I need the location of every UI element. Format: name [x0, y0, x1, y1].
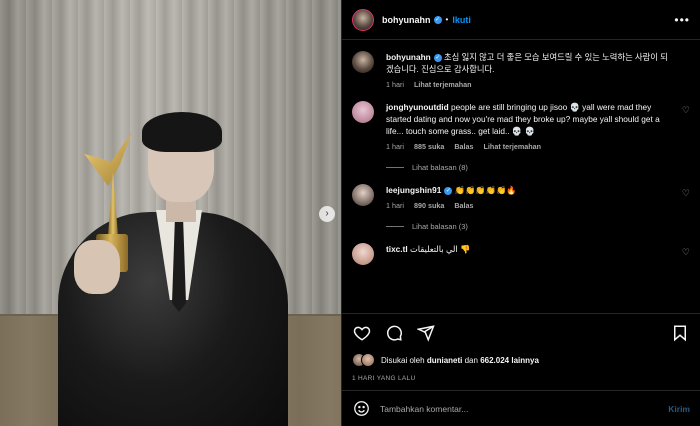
caption-time[interactable]: 1 hari	[386, 80, 404, 89]
comment-time[interactable]: 1 hari	[386, 201, 404, 210]
like-comment-heart-icon[interactable]: ♡	[682, 188, 690, 199]
post-comment-button[interactable]: Kirim	[668, 404, 690, 414]
heart-icon[interactable]	[352, 323, 372, 343]
list-item: tixc.tl الي بالتعليقات 👎 ♡	[352, 243, 690, 265]
avatar[interactable]	[352, 51, 374, 73]
post-photo: ›	[0, 0, 341, 426]
post-actions: Disukai oleh dunianeti dan 662.024 lainn…	[342, 313, 700, 391]
liker-username[interactable]: dunianeti	[427, 356, 463, 365]
translate-link[interactable]: Lihat terjemahan	[414, 80, 472, 89]
add-comment-bar: Kirim	[342, 390, 700, 426]
post-date[interactable]: 1 HARI YANG LALU	[352, 375, 690, 382]
caption: bohyunahn ✓ 초심 잃지 않고 더 좋은 모습 보여드릴 수 있는 노력…	[352, 51, 690, 89]
comment-username[interactable]: leejungshin91	[386, 185, 441, 195]
emoji-icon[interactable]	[352, 400, 370, 418]
verified-icon: ✓	[444, 186, 453, 195]
comments-list[interactable]: bohyunahn ✓ 초심 잃지 않고 더 좋은 모습 보여드릴 수 있는 노력…	[342, 41, 700, 313]
comment-text: 👏👏👏👏👏🔥	[454, 185, 517, 195]
verified-icon: ✓	[433, 53, 442, 62]
view-replies[interactable]: Lihat balasan (8)	[386, 163, 672, 172]
avatar[interactable]	[352, 184, 374, 206]
comment-username[interactable]: jonghyunoutdid	[386, 102, 449, 112]
reply-button[interactable]: Balas	[454, 142, 473, 151]
comment-username[interactable]: tixc.tl	[386, 244, 408, 254]
list-item: leejungshin91 ✓ 👏👏👏👏👏🔥 1 hari 890 suka Ba…	[352, 184, 690, 231]
next-slide-button[interactable]: ›	[319, 206, 335, 222]
header-username[interactable]: bohyunahn	[382, 15, 431, 25]
likes-count[interactable]: 662.024 lainnya	[480, 356, 539, 365]
avatar[interactable]	[352, 8, 374, 31]
comment-text: الي بالتعليقات 👎	[409, 244, 471, 254]
likes-summary: Disukai oleh dunianeti dan 662.024 lainn…	[352, 353, 690, 367]
comment-likes[interactable]: 885 suka	[414, 142, 444, 151]
verified-icon: ✓	[433, 15, 442, 24]
view-replies[interactable]: Lihat balasan (3)	[386, 222, 672, 231]
trophy	[84, 132, 132, 186]
caption-username[interactable]: bohyunahn	[386, 52, 431, 62]
reply-button[interactable]: Balas	[454, 201, 473, 210]
bookmark-icon[interactable]	[670, 323, 690, 343]
comment-time[interactable]: 1 hari	[386, 142, 404, 151]
comment-icon[interactable]	[384, 323, 404, 343]
post-side-panel: bohyunahn ✓ • Ikuti ••• bohyunahn ✓ 초심 잃지…	[341, 0, 700, 426]
follow-button[interactable]: Ikuti	[452, 15, 471, 25]
post-header: bohyunahn ✓ • Ikuti •••	[342, 0, 700, 40]
comment-likes[interactable]: 890 suka	[414, 201, 444, 210]
avatar[interactable]	[352, 243, 374, 265]
share-icon[interactable]	[416, 323, 436, 343]
like-comment-heart-icon[interactable]: ♡	[682, 105, 690, 116]
list-item: jonghyunoutdid people are still bringing…	[352, 101, 690, 172]
instagram-post-dialog: › bohyunahn ✓ • Ikuti ••• bohyunahn ✓ 초심 …	[0, 0, 700, 426]
comment-input[interactable]	[380, 403, 669, 414]
translate-link[interactable]: Lihat terjemahan	[484, 142, 542, 151]
more-dots-icon[interactable]: •••	[674, 13, 690, 27]
avatar	[361, 353, 375, 367]
avatar[interactable]	[352, 101, 374, 123]
like-comment-heart-icon[interactable]: ♡	[682, 247, 690, 258]
man-holding-trophy	[38, 112, 288, 426]
